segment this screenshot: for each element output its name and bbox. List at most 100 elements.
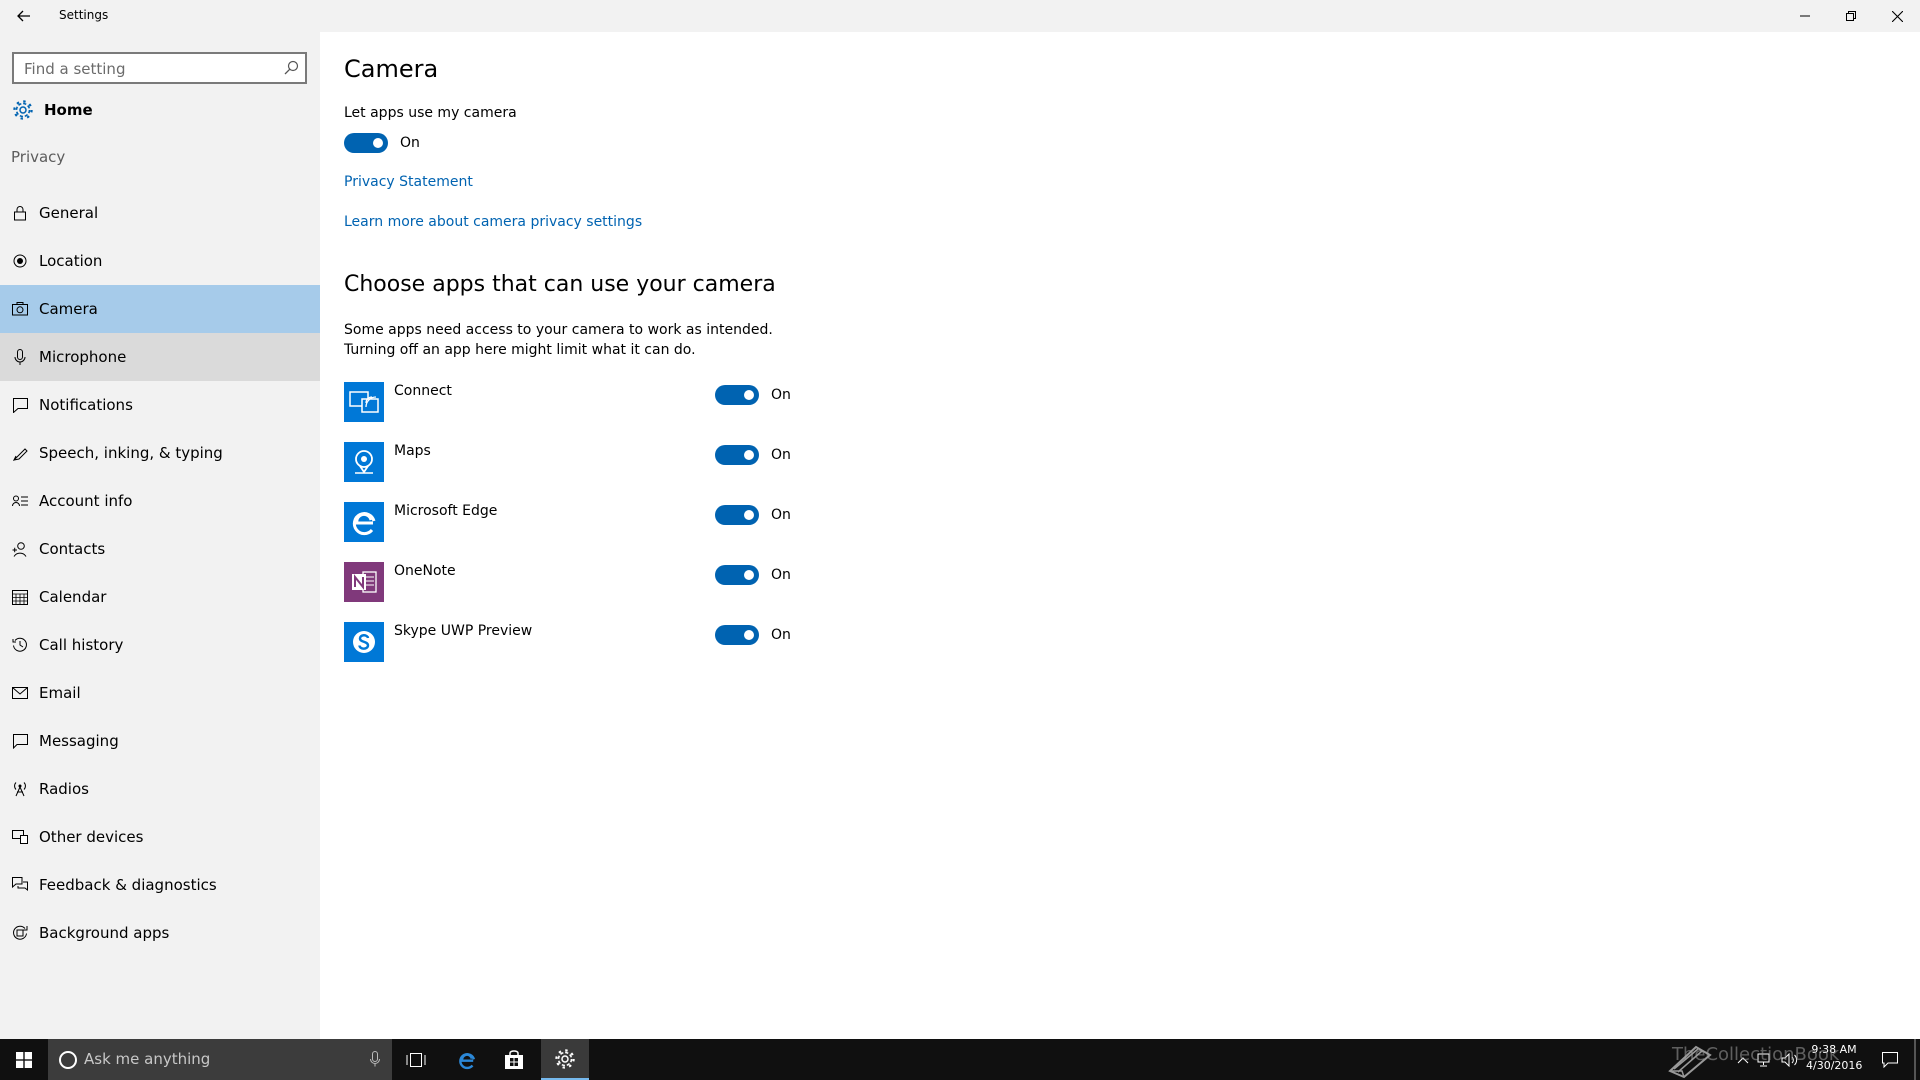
sidebar-item-label: Account info [39, 492, 133, 510]
sidebar-item-notifications[interactable]: Notifications [0, 381, 320, 429]
section-label: Privacy [11, 148, 66, 166]
app-row-maps: Maps On [344, 442, 824, 502]
sidebar-item-label: Speech, inking, & typing [39, 444, 223, 462]
background-apps-icon [12, 925, 28, 941]
cortana-placeholder: Ask me anything [84, 1050, 211, 1068]
feedback-icon [12, 877, 28, 893]
sidebar-item-label: Email [39, 684, 81, 702]
apps-description-line2: Turning off an app here might limit what… [344, 342, 696, 358]
sidebar-item-label: Contacts [39, 540, 106, 558]
learn-more-link[interactable]: Learn more about camera privacy settings [344, 214, 642, 230]
app-toggle-row: On [715, 625, 791, 645]
connect-app-icon [344, 382, 384, 422]
gear-icon [13, 100, 33, 120]
cortana-search-box[interactable]: Ask me anything [48, 1039, 392, 1080]
start-button[interactable] [0, 1039, 48, 1080]
sidebar-item-label: Camera [39, 300, 98, 318]
search-placeholder: Find a setting [24, 60, 126, 78]
other-devices-icon [12, 829, 28, 845]
notifications-icon [12, 397, 28, 413]
watermark: TheCollectionBook [1672, 1044, 1840, 1065]
sidebar: Find a setting Home Privacy General Loca… [0, 32, 320, 1039]
restore-button[interactable] [1828, 0, 1874, 32]
sidebar-item-feedback[interactable]: Feedback & diagnostics [0, 861, 320, 909]
app-name: Skype UWP Preview [394, 623, 533, 639]
history-icon [12, 637, 28, 653]
app-row-connect: Connect On [344, 382, 824, 442]
minimize-button[interactable] [1782, 0, 1828, 32]
sidebar-item-account-info[interactable]: Account info [0, 477, 320, 525]
taskbar: Ask me anything 9:38 AM 4/30/2016 [0, 1039, 1920, 1080]
sidebar-item-speech[interactable]: Speech, inking, & typing [0, 429, 320, 477]
calendar-icon [12, 589, 28, 605]
sidebar-item-location[interactable]: Location [0, 237, 320, 285]
store-icon [505, 1049, 523, 1069]
skype-camera-toggle[interactable] [715, 625, 759, 645]
sidebar-item-label: Call history [39, 636, 124, 654]
sidebar-item-label: Background apps [39, 924, 170, 942]
sidebar-item-microphone[interactable]: Microphone [0, 333, 320, 381]
sidebar-item-email[interactable]: Email [0, 669, 320, 717]
camera-access-toggle[interactable] [344, 133, 388, 153]
search-input[interactable]: Find a setting [12, 52, 307, 84]
sidebar-item-background-apps[interactable]: Background apps [0, 909, 320, 957]
sidebar-item-radios[interactable]: Radios [0, 765, 320, 813]
window-title: Settings [59, 8, 109, 22]
speech-icon [12, 445, 28, 461]
app-toggle-state: On [771, 447, 791, 463]
connect-camera-toggle[interactable] [715, 385, 759, 405]
contacts-icon [12, 541, 28, 557]
gear-icon [555, 1048, 575, 1069]
onenote-app-icon [344, 562, 384, 602]
sidebar-item-label: Microphone [39, 348, 127, 366]
microphone-icon[interactable] [370, 1051, 380, 1067]
show-desktop-button[interactable] [1914, 1039, 1916, 1080]
camera-toggle-label: Let apps use my camera [344, 105, 517, 121]
sidebar-item-label: Messaging [39, 732, 119, 750]
edge-camera-toggle[interactable] [715, 505, 759, 525]
app-toggle-row: On [715, 505, 791, 525]
sidebar-item-other-devices[interactable]: Other devices [0, 813, 320, 861]
action-center-icon[interactable] [1882, 1039, 1898, 1080]
apps-list: Connect On Maps On Microsoft Edge On One… [344, 382, 824, 682]
edge-app-icon [344, 502, 384, 542]
home-label: Home [44, 101, 93, 119]
page-title: Camera [344, 55, 439, 83]
sidebar-item-label: Radios [39, 780, 89, 798]
sidebar-item-contacts[interactable]: Contacts [0, 525, 320, 573]
apps-heading: Choose apps that can use your camera [344, 272, 776, 297]
location-icon [12, 253, 28, 269]
search-icon [284, 60, 299, 75]
sidebar-item-label: Location [39, 252, 103, 270]
taskbar-store-button[interactable] [490, 1039, 538, 1080]
sidebar-item-messaging[interactable]: Messaging [0, 717, 320, 765]
taskbar-edge-button[interactable] [443, 1039, 491, 1080]
close-button[interactable] [1874, 0, 1920, 32]
app-row-onenote: OneNote On [344, 562, 824, 622]
sidebar-item-call-history[interactable]: Call history [0, 621, 320, 669]
onenote-camera-toggle[interactable] [715, 565, 759, 585]
privacy-statement-link[interactable]: Privacy Statement [344, 174, 473, 190]
app-row-skype: Skype UWP Preview On [344, 622, 824, 682]
apps-description-line1: Some apps need access to your camera to … [344, 322, 773, 338]
sidebar-item-camera[interactable]: Camera [0, 285, 320, 333]
back-button[interactable] [8, 2, 40, 30]
home-link[interactable]: Home [12, 96, 93, 124]
sidebar-item-label: General [39, 204, 99, 222]
task-view-button[interactable] [392, 1039, 440, 1080]
app-toggle-row: On [715, 445, 791, 465]
sidebar-item-calendar[interactable]: Calendar [0, 573, 320, 621]
privacy-nav: General Location Camera Microphone Notif… [0, 189, 320, 957]
skype-app-icon [344, 622, 384, 662]
app-toggle-state: On [771, 387, 791, 403]
taskbar-settings-button[interactable] [541, 1039, 589, 1080]
radios-icon [12, 781, 28, 797]
cortana-icon [59, 1051, 77, 1069]
sidebar-item-general[interactable]: General [0, 189, 320, 237]
maps-camera-toggle[interactable] [715, 445, 759, 465]
app-name: Maps [394, 443, 431, 459]
close-icon [1891, 10, 1903, 22]
email-icon [12, 685, 28, 701]
back-arrow-icon [17, 10, 30, 22]
app-toggle-state: On [771, 627, 791, 643]
